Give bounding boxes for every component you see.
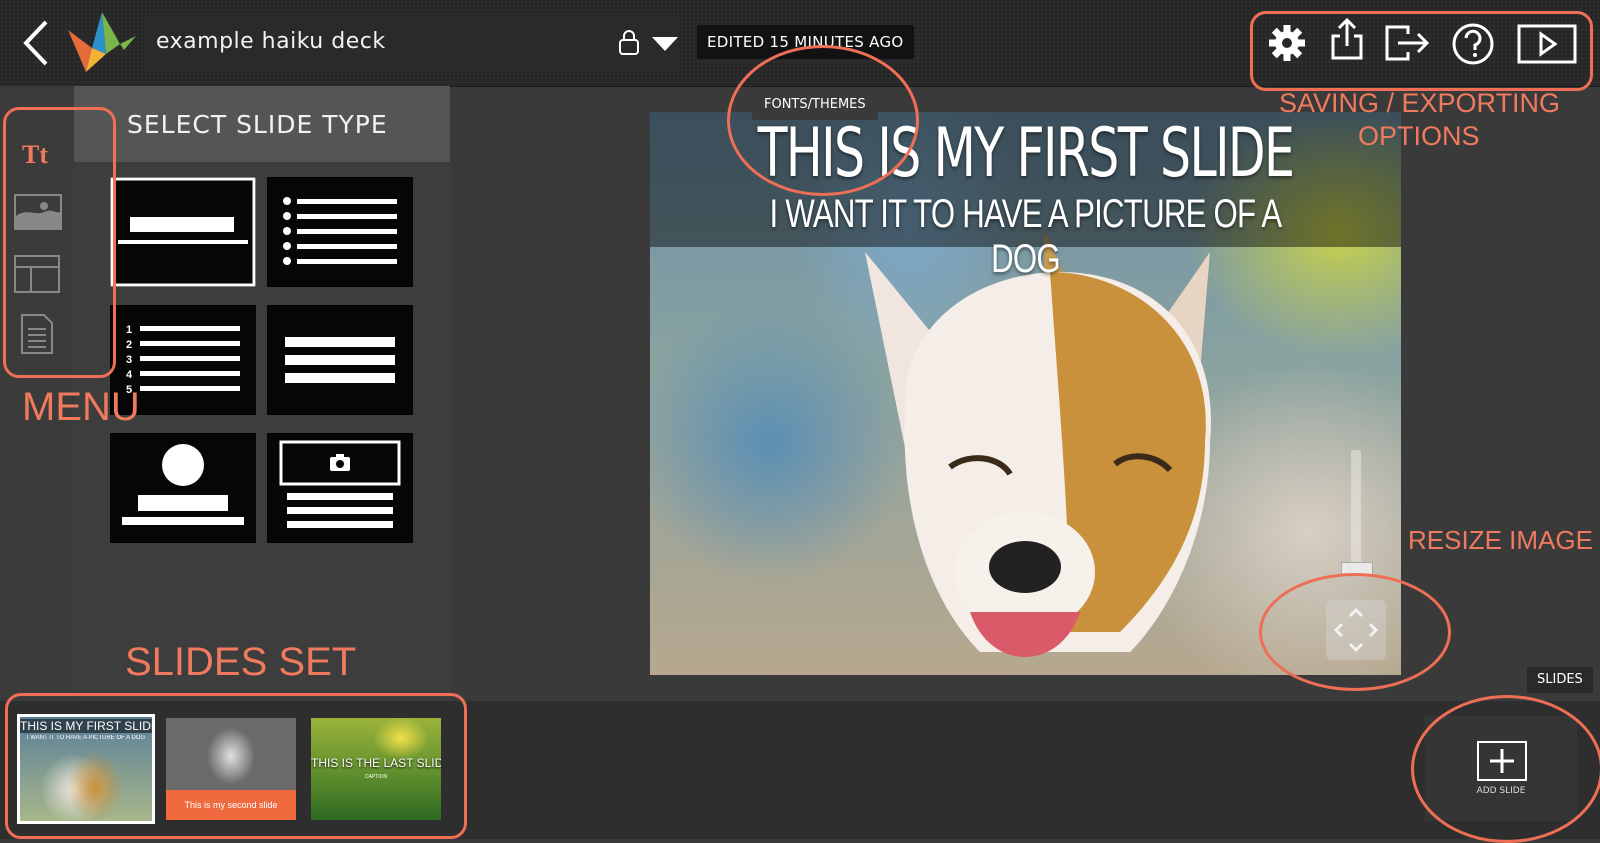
slide-subheading[interactable]: I WANT IT TO HAVE A PICTURE OF A DOG	[733, 192, 1319, 282]
deck-title[interactable]: example haiku deck	[156, 29, 386, 54]
options-annotation: OPTIONS	[1358, 121, 1480, 151]
profile-tile[interactable]	[110, 433, 256, 543]
add-slide-annotation-ellipse	[1411, 695, 1600, 843]
slides-tab[interactable]: SLIDES	[1527, 667, 1593, 693]
list-number-2: 2	[126, 339, 132, 351]
resize-annotation: RESIZE IMAGE	[1408, 525, 1593, 555]
fonts-annotation-ellipse	[727, 45, 919, 196]
list-number-3: 3	[126, 354, 132, 366]
title-tile[interactable]	[110, 177, 256, 287]
bird-logo-icon	[68, 12, 136, 72]
slides-set-annotation-box	[5, 693, 467, 839]
menu-annotation-box	[3, 107, 116, 378]
menu-annotation: MENU	[22, 385, 140, 429]
lines-tile[interactable]	[267, 305, 413, 415]
back-arrow-icon[interactable]	[22, 18, 50, 68]
toolbar-annotation-box	[1250, 11, 1593, 91]
saving-annotation: SAVING / EXPORTING	[1279, 88, 1561, 118]
resize-slider-track[interactable]	[1351, 450, 1361, 570]
list-number-1: 1	[126, 324, 132, 336]
photo-caption-tile[interactable]	[267, 433, 413, 543]
bullet-list-tile[interactable]	[267, 177, 413, 287]
resize-annotation-ellipse	[1259, 573, 1451, 691]
panel-title: SELECT SLIDE TYPE	[127, 110, 388, 139]
slides-set-annotation: SLIDES SET	[125, 640, 357, 684]
lock-icon[interactable]	[617, 28, 641, 56]
dropdown-icon[interactable]	[652, 37, 678, 51]
list-number-4: 4	[126, 369, 133, 381]
